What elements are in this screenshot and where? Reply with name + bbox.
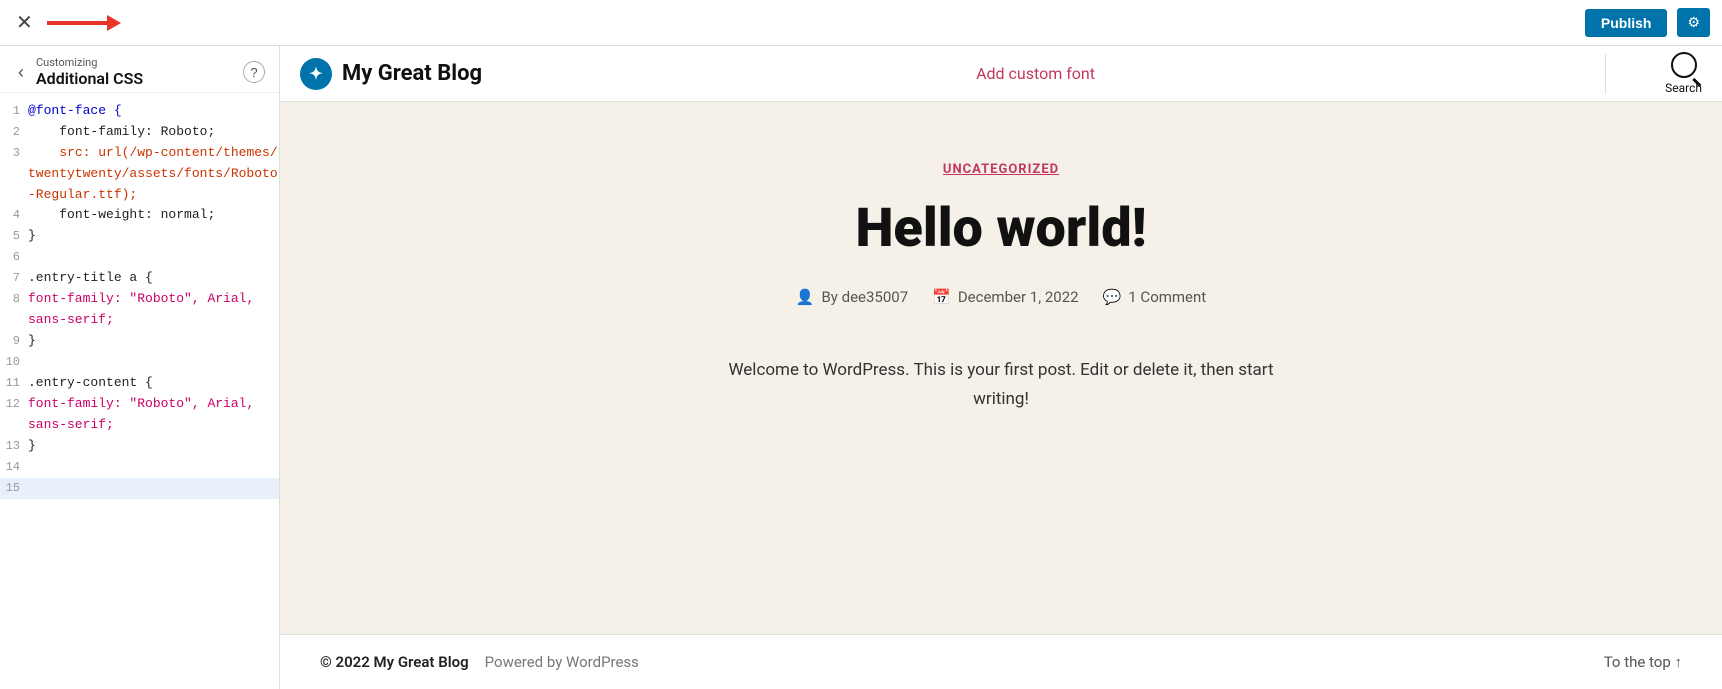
line-content: .entry-title a { [28, 268, 279, 289]
line-number: 12 [0, 394, 28, 414]
line-content: @font-face { [28, 101, 279, 122]
close-button[interactable]: ✕ [12, 9, 37, 37]
line-content: } [28, 331, 279, 352]
line-content: } [28, 436, 279, 457]
post-category: UNCATEGORIZED [943, 162, 1059, 177]
blog-post-area: UNCATEGORIZED Hello world! 👤 By dee35007… [280, 102, 1722, 634]
top-bar: ✕ Publish ⚙ [0, 0, 1722, 46]
code-line: 13} [0, 436, 279, 457]
preview-content: UNCATEGORIZED Hello world! 👤 By dee35007… [280, 102, 1722, 634]
left-panel: ‹ Customizing Additional CSS ? 1@font-fa… [0, 46, 280, 689]
line-number: 6 [0, 247, 28, 267]
preview-nav-center: Add custom font [482, 64, 1589, 83]
post-title: Hello world! [855, 197, 1146, 260]
main-layout: ‹ Customizing Additional CSS ? 1@font-fa… [0, 46, 1722, 689]
publish-button[interactable]: Publish [1585, 9, 1668, 37]
code-line: 9} [0, 331, 279, 352]
site-icon: ✦ [300, 58, 332, 90]
preview-header: ✦ My Great Blog Add custom font Search [280, 46, 1722, 102]
panel-title: Additional CSS [36, 69, 143, 88]
gear-button[interactable]: ⚙ [1677, 8, 1710, 37]
code-line: 1@font-face { [0, 101, 279, 122]
line-number: 5 [0, 226, 28, 246]
footer-to-top[interactable]: To the top ↑ [1604, 653, 1682, 671]
code-editor[interactable]: 1@font-face {2 font-family: Roboto;3 src… [0, 93, 279, 689]
date-icon: 📅 [932, 288, 951, 306]
help-button[interactable]: ? [243, 61, 265, 83]
line-number: 15 [0, 478, 28, 498]
line-number: 13 [0, 436, 28, 456]
panel-header-left: ‹ Customizing Additional CSS [14, 56, 143, 88]
author-icon: 👤 [796, 288, 815, 306]
line-content: } [28, 226, 279, 247]
footer-copyright: © 2022 My Great Blog [320, 653, 469, 671]
footer-left: © 2022 My Great Blog Powered by WordPres… [320, 653, 639, 671]
line-content: font-family: "Roboto", Arial,sans-serif; [28, 394, 279, 436]
add-custom-font-link[interactable]: Add custom font [976, 64, 1095, 83]
site-name: My Great Blog [342, 61, 482, 86]
line-number: 11 [0, 373, 28, 393]
code-line: 4 font-weight: normal; [0, 205, 279, 226]
arrow-line [47, 21, 107, 25]
line-number: 10 [0, 352, 28, 372]
preview-nav-right: Search [1622, 52, 1702, 95]
panel-subtitle: Customizing [36, 56, 143, 69]
code-line: 7.entry-title a { [0, 268, 279, 289]
code-line: 10 [0, 352, 279, 373]
line-number: 2 [0, 122, 28, 142]
preview-panel: ✦ My Great Blog Add custom font Search U… [280, 46, 1722, 689]
author-text: By dee35007 [821, 288, 908, 306]
panel-header: ‹ Customizing Additional CSS ? [0, 46, 279, 93]
line-number: 7 [0, 268, 28, 288]
code-line: 15 [0, 478, 279, 499]
line-content: font-family: "Roboto", Arial,sans-serif; [28, 289, 279, 331]
comment-icon: 💬 [1103, 288, 1122, 306]
post-meta: 👤 By dee35007 📅 December 1, 2022 💬 1 Com… [796, 288, 1206, 306]
line-number: 4 [0, 205, 28, 225]
code-line: 2 font-family: Roboto; [0, 122, 279, 143]
comments-text: 1 Comment [1128, 288, 1206, 306]
panel-title-group: Customizing Additional CSS [36, 56, 143, 88]
header-divider [1605, 54, 1606, 94]
code-line: 3 src: url(/wp-content/themes/twentytwen… [0, 143, 279, 205]
site-logo-area: ✦ My Great Blog [300, 58, 482, 90]
code-line: 12font-family: "Roboto", Arial,sans-seri… [0, 394, 279, 436]
arrow-area [47, 15, 1575, 31]
search-icon [1671, 52, 1697, 78]
line-number: 3 [0, 143, 28, 163]
line-number: 1 [0, 101, 28, 121]
code-line: 5} [0, 226, 279, 247]
preview-footer: © 2022 My Great Blog Powered by WordPres… [280, 634, 1722, 689]
line-content: src: url(/wp-content/themes/twentytwenty… [28, 143, 279, 205]
line-number: 14 [0, 457, 28, 477]
line-content: font-weight: normal; [28, 205, 279, 226]
red-arrow [47, 15, 121, 31]
back-button[interactable]: ‹ [14, 60, 28, 85]
arrow-head [107, 15, 121, 31]
meta-author: 👤 By dee35007 [796, 288, 908, 306]
code-line: 11.entry-content { [0, 373, 279, 394]
code-line: 8font-family: "Roboto", Arial,sans-serif… [0, 289, 279, 331]
line-number: 8 [0, 289, 28, 309]
search-area[interactable]: Search [1665, 52, 1702, 95]
meta-comments: 💬 1 Comment [1103, 288, 1207, 306]
code-line: 6 [0, 247, 279, 268]
post-excerpt: Welcome to WordPress. This is your first… [721, 356, 1281, 414]
line-number: 9 [0, 331, 28, 351]
line-content: .entry-content { [28, 373, 279, 394]
code-line: 14 [0, 457, 279, 478]
meta-date: 📅 December 1, 2022 [932, 288, 1078, 306]
date-text: December 1, 2022 [958, 288, 1079, 306]
line-content: font-family: Roboto; [28, 122, 279, 143]
footer-powered: Powered by WordPress [485, 653, 639, 671]
